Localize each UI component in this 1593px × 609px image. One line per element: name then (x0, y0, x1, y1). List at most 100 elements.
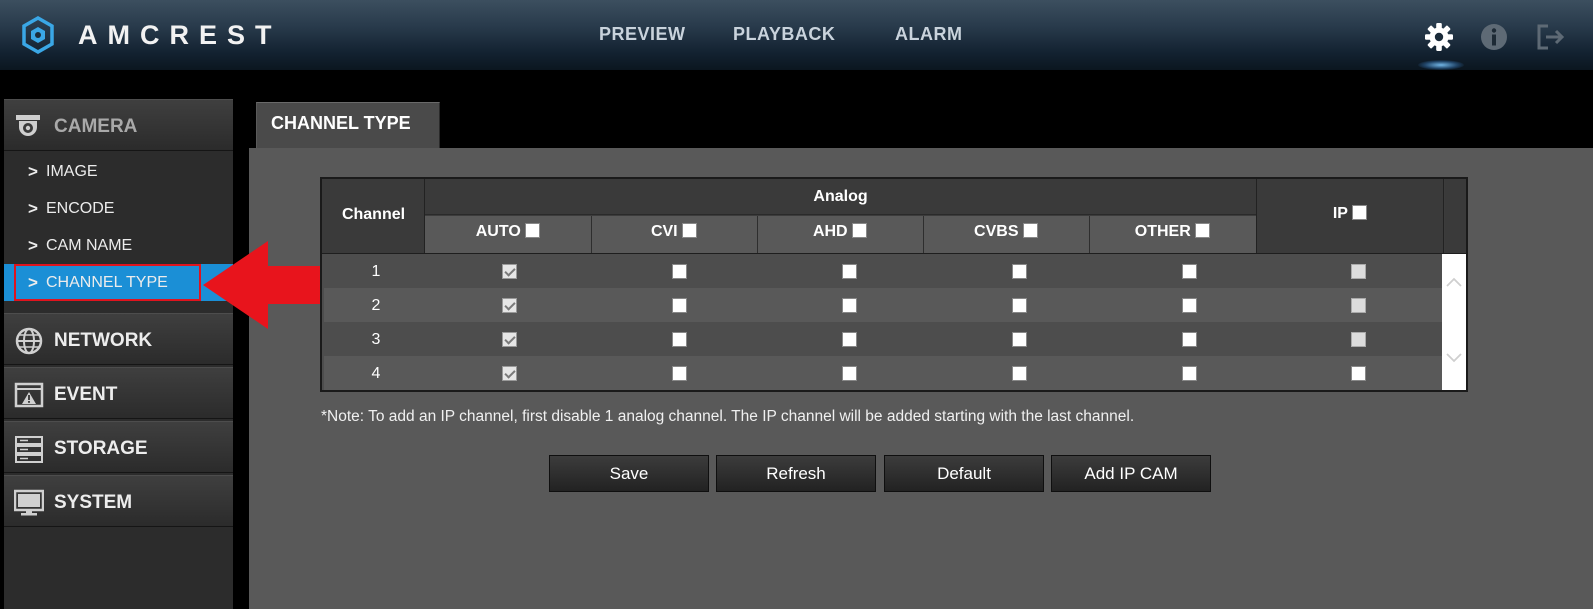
sidebar-category-network[interactable]: NETWORK (4, 313, 233, 365)
camera-icon (16, 115, 40, 136)
column-label: AHD (812, 223, 848, 240)
table-row: 4 (324, 356, 1444, 390)
analog-group-header: Analog (813, 188, 868, 205)
sidebar-item-label: CAM NAME (46, 237, 133, 254)
nav-playback[interactable]: PLAYBACK (733, 24, 835, 45)
tab-label: CHANNEL TYPE (271, 113, 411, 133)
ahd-checkbox[interactable] (842, 366, 857, 381)
sidebar-category-label: SYSTEM (54, 492, 133, 513)
default-button[interactable]: Default (884, 455, 1044, 492)
cvi-checkbox[interactable] (672, 366, 687, 381)
ahd-select-all-checkbox[interactable] (852, 223, 868, 238)
sidebar-item-channel-type[interactable]: > CHANNEL TYPE (4, 264, 233, 301)
other-select-all-checkbox[interactable] (1195, 223, 1211, 238)
column-header-ip: IP (1256, 205, 1444, 223)
cvi-checkbox[interactable] (672, 298, 687, 313)
auto-checkbox[interactable] (502, 264, 517, 279)
cvbs-select-all-checkbox[interactable] (1022, 223, 1038, 238)
sidebar-category-event[interactable]: EVENT (4, 367, 233, 419)
top-header: AMCREST PREVIEW PLAYBACK ALARM (0, 0, 1593, 70)
other-checkbox[interactable] (1182, 264, 1197, 279)
column-header-other: OTHER (1089, 223, 1256, 241)
chevron-down-icon[interactable] (1446, 352, 1462, 364)
table-row: 3 (324, 322, 1444, 356)
channel-number: 2 (371, 297, 381, 314)
brand-name: AMCREST (78, 20, 282, 50)
sidebar-category-label: EVENT (54, 384, 118, 405)
save-button[interactable]: Save (549, 455, 709, 492)
chevron-right-icon: > (28, 236, 38, 255)
amcrest-logo-icon (22, 16, 54, 54)
sidebar-category-camera[interactable]: CAMERA (4, 99, 233, 151)
column-header-cvbs: CVBS (923, 223, 1089, 241)
ahd-checkbox[interactable] (842, 332, 857, 347)
sidebar-category-system[interactable]: SYSTEM (4, 475, 233, 527)
sidebar-item-label: ENCODE (46, 200, 115, 217)
ip-checkbox[interactable] (1351, 264, 1366, 279)
cvi-select-all-checkbox[interactable] (682, 223, 698, 238)
sidebar-item-cam-name[interactable]: > CAM NAME (4, 227, 233, 264)
sidebar-category-storage[interactable]: STORAGE (4, 421, 233, 473)
auto-select-all-checkbox[interactable] (525, 223, 541, 238)
ip-select-all-checkbox[interactable] (1352, 205, 1368, 220)
network-globe-icon (15, 327, 43, 355)
channel-column-header: Channel (341, 206, 406, 223)
ahd-checkbox[interactable] (842, 264, 857, 279)
column-header-auto: AUTO (425, 223, 591, 241)
column-header-cvi: CVI (591, 223, 757, 241)
gear-icon[interactable] (1422, 20, 1456, 54)
auto-checkbox[interactable] (502, 332, 517, 347)
event-warning-icon (14, 382, 44, 408)
column-header-ahd: AHD (757, 223, 923, 241)
add-ip-cam-button[interactable]: Add IP CAM (1051, 455, 1211, 492)
channel-number: 1 (371, 263, 381, 280)
sidebar-category-label: NETWORK (54, 330, 153, 351)
table-scrollbar[interactable] (1442, 254, 1466, 390)
storage-drives-icon (15, 436, 43, 463)
red-arrow-annotation (203, 241, 328, 329)
active-indicator-glow (1418, 60, 1464, 70)
ip-checkbox[interactable] (1351, 332, 1366, 347)
cvi-checkbox[interactable] (672, 264, 687, 279)
cvbs-checkbox[interactable] (1012, 298, 1027, 313)
chevron-right-icon: > (28, 162, 38, 181)
header-spacer (1445, 179, 1466, 253)
column-label: CVI (650, 223, 678, 240)
channel-number: 4 (371, 365, 381, 382)
chevron-up-icon[interactable] (1446, 276, 1462, 288)
chevron-right-icon: > (28, 199, 38, 218)
info-icon[interactable] (1477, 20, 1511, 54)
nav-preview[interactable]: PREVIEW (599, 24, 686, 45)
ip-checkbox[interactable] (1351, 366, 1366, 381)
cvi-checkbox[interactable] (672, 332, 687, 347)
sidebar-item-label: CHANNEL TYPE (46, 274, 168, 291)
column-label: OTHER (1134, 223, 1191, 240)
column-label: CVBS (974, 223, 1019, 240)
other-checkbox[interactable] (1182, 332, 1197, 347)
nav-alarm[interactable]: ALARM (895, 24, 963, 45)
cvbs-checkbox[interactable] (1012, 332, 1027, 347)
other-checkbox[interactable] (1182, 366, 1197, 381)
sidebar-item-encode[interactable]: > ENCODE (4, 190, 233, 227)
sidebar-item-label: IMAGE (46, 163, 98, 180)
channel-number: 3 (371, 331, 381, 348)
sidebar-category-label: CAMERA (54, 116, 138, 137)
sidebar-category-label: STORAGE (54, 438, 148, 459)
auto-checkbox[interactable] (502, 366, 517, 381)
other-checkbox[interactable] (1182, 298, 1197, 313)
chevron-right-icon: > (28, 273, 38, 292)
tab-channel-type[interactable]: CHANNEL TYPE (256, 102, 440, 148)
auto-checkbox[interactable] (502, 298, 517, 313)
column-label: AUTO (475, 223, 521, 240)
sidebar-item-image[interactable]: > IMAGE (4, 153, 233, 190)
column-label: IP (1332, 205, 1348, 222)
refresh-button[interactable]: Refresh (716, 455, 876, 492)
ip-checkbox[interactable] (1351, 298, 1366, 313)
ahd-checkbox[interactable] (842, 298, 857, 313)
logout-icon[interactable] (1533, 20, 1567, 54)
table-row: 1 (324, 254, 1444, 288)
sidebar: CAMERA > IMAGE > ENCODE > CAM NAME > CHA… (4, 99, 233, 609)
monitor-icon (14, 489, 44, 516)
cvbs-checkbox[interactable] (1012, 366, 1027, 381)
cvbs-checkbox[interactable] (1012, 264, 1027, 279)
